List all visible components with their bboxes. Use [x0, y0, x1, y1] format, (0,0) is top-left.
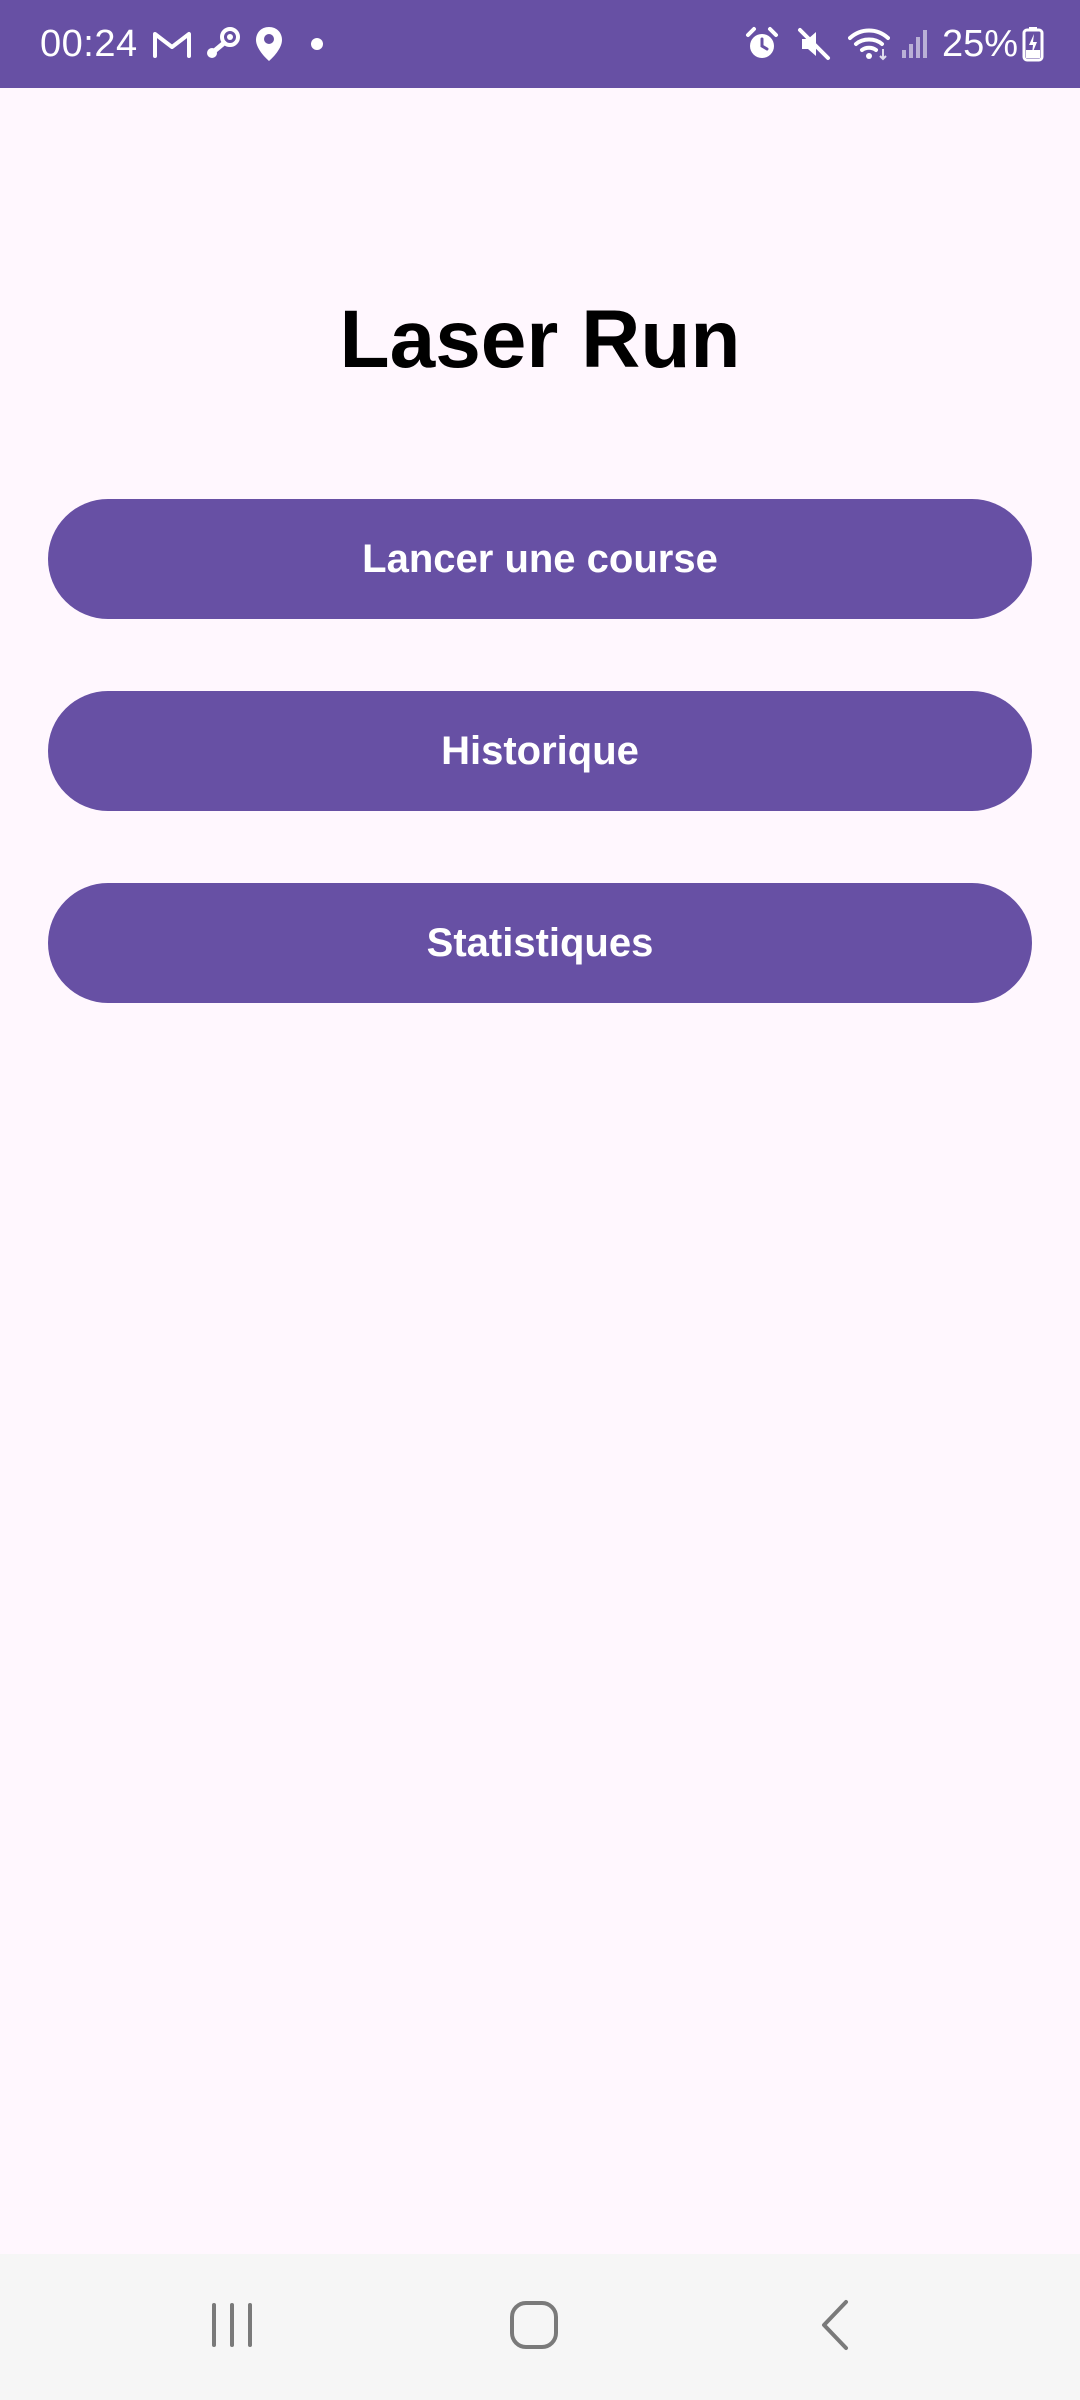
- app-title: Laser Run: [339, 294, 741, 385]
- cellular-signal-icon: [900, 28, 930, 60]
- status-bar-left: 00:24: [40, 0, 336, 88]
- location-pin-icon: [254, 25, 284, 63]
- status-bar-right: 25%: [734, 0, 1044, 88]
- status-bar: 00:24 25%: [0, 0, 1080, 88]
- alarm-icon: [744, 26, 780, 62]
- back-icon: [816, 2298, 856, 2357]
- notification-dot-icon: [310, 37, 324, 51]
- start-race-button[interactable]: Lancer une course: [48, 499, 1032, 619]
- home-button[interactable]: [484, 2277, 584, 2377]
- app-screen: 00:24 25% Laser Run Lancer une course Hi…: [0, 0, 1080, 2400]
- wifi-icon: [847, 27, 890, 61]
- status-time: 00:24: [40, 22, 138, 65]
- recents-icon: [207, 2300, 257, 2355]
- statistics-button[interactable]: Statistiques: [48, 883, 1032, 1003]
- steam-icon: [204, 27, 242, 61]
- battery-charging-icon: [1022, 26, 1044, 62]
- history-button[interactable]: Historique: [48, 691, 1032, 811]
- gmail-icon: [152, 29, 192, 59]
- back-button[interactable]: [786, 2277, 886, 2377]
- recents-button[interactable]: [182, 2277, 282, 2377]
- mute-icon: [796, 26, 832, 62]
- battery-percentage: 25%: [941, 22, 1018, 65]
- navigation-bar: [0, 2254, 1080, 2400]
- home-icon: [508, 2299, 560, 2356]
